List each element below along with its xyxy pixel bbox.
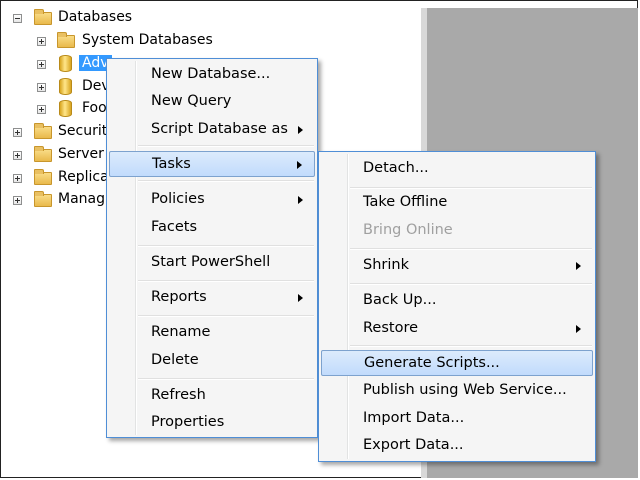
tree-label: Foo: [82, 100, 107, 116]
database-icon: [59, 100, 72, 117]
expand-icon[interactable]: [13, 196, 22, 205]
menu-item-shrink[interactable]: Shrink: [321, 253, 593, 279]
folder-icon: [34, 169, 52, 185]
tree-node-system-databases[interactable]: System Databases: [0, 30, 300, 52]
menu-item-facets[interactable]: Facets: [109, 215, 315, 241]
menu-item-tasks[interactable]: Tasks: [109, 151, 315, 177]
database-icon: [59, 55, 72, 72]
submenu-arrow-icon: [298, 294, 303, 302]
menu-separator: [138, 245, 314, 247]
menu-separator: [350, 283, 592, 285]
menu-item-rename[interactable]: Rename: [109, 320, 315, 346]
menu-item-start-powershell[interactable]: Start PowerShell: [109, 250, 315, 276]
menu-item-label: Export Data...: [363, 437, 464, 453]
menu-item-label: Detach...: [363, 160, 429, 176]
expand-icon[interactable]: [37, 83, 46, 92]
expand-icon[interactable]: [13, 128, 22, 137]
menu-item-label: Generate Scripts...: [364, 355, 500, 371]
tree-label: Databases: [58, 9, 133, 25]
menu-separator: [350, 248, 592, 250]
menu-item-new-query[interactable]: New Query: [109, 89, 315, 115]
menu-item-label: Bring Online: [363, 222, 453, 238]
submenu-arrow-icon: [298, 126, 303, 134]
menu-item-import-data[interactable]: Import Data...: [321, 406, 593, 432]
menu-separator: [138, 145, 314, 147]
menu-item-label: New Database...: [151, 66, 271, 82]
menu-item-label: Delete: [151, 352, 199, 368]
database-context-menu: New Database... New Query Script Databas…: [106, 58, 318, 438]
folder-icon: [57, 32, 75, 48]
menu-item-take-offline[interactable]: Take Offline: [321, 190, 593, 216]
menu-item-export-data[interactable]: Export Data...: [321, 433, 593, 459]
menu-separator: [138, 378, 314, 380]
menu-separator: [350, 187, 592, 189]
submenu-arrow-icon: [298, 196, 303, 204]
menu-separator: [138, 315, 314, 317]
menu-item-back-up[interactable]: Back Up...: [321, 288, 593, 314]
folder-icon: [34, 123, 52, 139]
tree-node-databases[interactable]: Databases: [0, 7, 300, 29]
menu-item-script-database-as[interactable]: Script Database as: [109, 117, 315, 143]
menu-item-restore[interactable]: Restore: [321, 316, 593, 342]
menu-item-label: New Query: [151, 93, 232, 109]
submenu-arrow-icon: [576, 325, 581, 333]
menu-item-reports[interactable]: Reports: [109, 285, 315, 311]
tree-label: System Databases: [82, 32, 213, 48]
tree-label: Replica: [58, 169, 109, 185]
menu-item-label: Start PowerShell: [151, 254, 271, 270]
folder-icon: [34, 9, 52, 25]
menu-item-generate-scripts[interactable]: Generate Scripts...: [321, 350, 593, 376]
submenu-arrow-icon: [297, 161, 302, 169]
menu-item-label: Restore: [363, 320, 419, 336]
tree-label: Server: [58, 146, 104, 162]
menu-item-label: Take Offline: [363, 194, 448, 210]
menu-item-label: Reports: [151, 289, 207, 305]
folder-icon: [34, 146, 52, 162]
expand-icon[interactable]: [13, 151, 22, 160]
menu-item-label: Import Data...: [363, 410, 465, 426]
submenu-arrow-icon: [576, 262, 581, 270]
menu-item-label: Rename: [151, 324, 211, 340]
menu-item-label: Tasks: [152, 156, 191, 172]
menu-separator: [138, 280, 314, 282]
menu-item-publish-web-service[interactable]: Publish using Web Service...: [321, 378, 593, 404]
menu-separator: [350, 345, 592, 347]
menu-item-label: Script Database as: [151, 121, 288, 137]
expand-icon[interactable]: [37, 60, 46, 69]
menu-item-policies[interactable]: Policies: [109, 187, 315, 213]
tree-label: Manag: [58, 191, 105, 207]
expand-icon[interactable]: [37, 105, 46, 114]
menu-item-properties[interactable]: Properties: [109, 410, 315, 436]
menu-item-label: Refresh: [151, 387, 206, 403]
menu-item-label: Policies: [151, 191, 205, 207]
folder-icon: [34, 191, 52, 207]
menu-item-delete[interactable]: Delete: [109, 348, 315, 374]
menu-item-label: Properties: [151, 414, 225, 430]
menu-item-refresh[interactable]: Refresh: [109, 383, 315, 409]
menu-item-new-database[interactable]: New Database...: [109, 62, 315, 88]
menu-item-label: Publish using Web Service...: [363, 382, 567, 398]
menu-item-label: Facets: [151, 219, 198, 235]
expand-icon[interactable]: [13, 174, 22, 183]
database-icon: [59, 78, 72, 95]
tree-label: Securit: [58, 123, 108, 139]
menu-item-bring-online: Bring Online: [321, 218, 593, 244]
menu-item-label: Back Up...: [363, 292, 437, 308]
menu-item-label: Shrink: [363, 257, 409, 273]
expand-icon[interactable]: [37, 37, 46, 46]
menu-item-detach[interactable]: Detach...: [321, 156, 593, 182]
menu-separator: [138, 180, 314, 182]
tasks-submenu: Detach... Take Offline Bring Online Shri…: [318, 151, 596, 462]
collapse-icon[interactable]: [13, 14, 22, 23]
